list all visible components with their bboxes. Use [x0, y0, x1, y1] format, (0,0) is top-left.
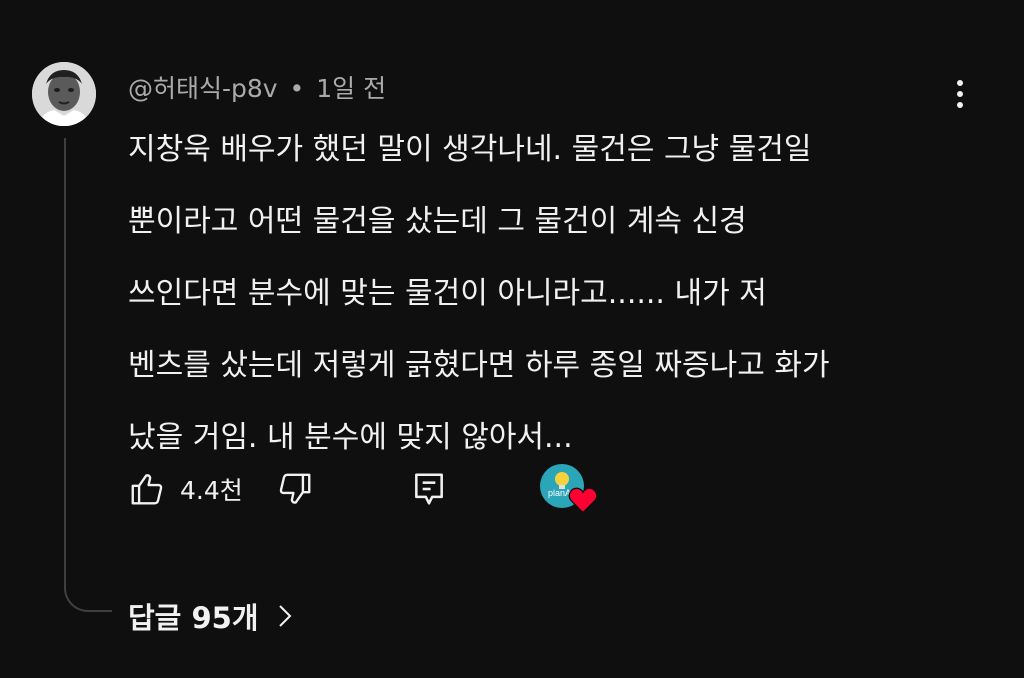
thumbs-up-icon — [131, 474, 163, 505]
comment-meta: @허태식-p8v • 1일 전 — [128, 70, 386, 108]
thumbs-down-icon — [279, 473, 311, 504]
chevron-right-icon — [277, 603, 293, 629]
dislike-button[interactable] — [276, 464, 314, 514]
comment-thread: @허태식-p8v • 1일 전 지창욱 배우가 했던 말이 생각나네. 물건은 … — [0, 0, 1024, 678]
comment-reply-icon — [415, 473, 443, 505]
creator-heart-badge[interactable]: planAn — [540, 464, 598, 516]
view-replies-button[interactable]: 답글 95개 — [128, 592, 293, 640]
like-button[interactable]: 4.4천 — [128, 464, 243, 514]
thread-connector-line — [64, 138, 112, 612]
comment-text-line: 벤츠를 샀는데 저렇게 긁혔다면 하루 종일 짜증나고 화가 — [128, 348, 830, 383]
comment-text-line: 쓰인다면 분수에 맞는 물건이 아니라고...... 내가 저 — [128, 276, 767, 311]
author-handle[interactable]: @허태식-p8v — [128, 74, 278, 103]
more-vertical-icon — [957, 80, 963, 86]
author-avatar-image — [32, 62, 96, 126]
author-avatar[interactable] — [32, 62, 96, 126]
comment-text-line: 지창욱 배우가 했던 말이 생각나네. 물건은 그냥 물건일 — [128, 132, 812, 167]
like-count: 4.4천 — [180, 476, 243, 505]
comment-timestamp[interactable]: 1일 전 — [316, 74, 386, 103]
comment-text-line: 뿐이라고 어떤 물건을 샀는데 그 물건이 계속 신경 — [128, 204, 747, 239]
meta-separator: • — [289, 74, 305, 103]
reply-button[interactable] — [410, 464, 448, 514]
more-options-button[interactable] — [940, 72, 980, 116]
replies-label: 답글 95개 — [128, 601, 259, 635]
heart-icon — [568, 487, 598, 514]
comment-action-bar: 4.4천 planAn — [128, 464, 628, 514]
comment-body: 지창욱 배우가 했던 말이 생각나네. 물건은 그냥 물건일 뿐이라고 어떤 물… — [128, 114, 958, 474]
